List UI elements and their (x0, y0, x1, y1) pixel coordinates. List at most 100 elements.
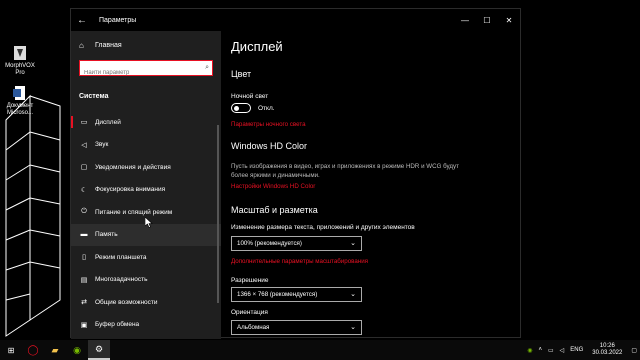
close-icon: ✕ (505, 15, 513, 25)
title-bar: ← Параметры — ☐ ✕ (71, 9, 520, 31)
home-label: Главная (95, 42, 122, 49)
clock-time: 10:26 (599, 343, 615, 349)
settings-window: ← Параметры — ☐ ✕ ⌂ Главная ⌕ Система ▭ … (70, 8, 521, 339)
minimize-icon: — (461, 15, 469, 25)
start-button[interactable]: ⊞ (0, 340, 22, 360)
monitor-icon: ▭ (80, 119, 88, 127)
nvidia-tray-icon[interactable]: ◉ (527, 347, 532, 354)
chevron-down-icon: ⌄ (350, 291, 356, 298)
sidebar-item-tablet[interactable]: ▯ Режим планшета (71, 246, 221, 269)
network-icon[interactable]: ▭ (548, 347, 554, 354)
desktop-icon-document[interactable]: Документ Microso... (0, 84, 40, 117)
home-link[interactable]: ⌂ Главная (79, 41, 122, 50)
hdr-settings-link[interactable]: Настройки Windows HD Color (231, 183, 315, 190)
sidebar-item-display[interactable]: ▭ Дисплей (71, 111, 221, 134)
maximize-icon: ☐ (483, 15, 491, 25)
word-document-icon (11, 84, 29, 102)
morphvox-icon (11, 44, 29, 62)
minimize-button[interactable]: — (454, 9, 476, 31)
night-light-settings-link[interactable]: Параметры ночного света (231, 121, 306, 128)
sidebar-item-multitasking[interactable]: ▤ Многозадачность (71, 269, 221, 292)
desktop-icon-label: MorphVOX Pro (5, 63, 35, 76)
arrow-left-icon: ← (77, 14, 87, 26)
storage-icon: ▬ (80, 231, 88, 239)
moon-icon: ☾ (80, 186, 88, 194)
search-box[interactable]: ⌕ (79, 60, 213, 80)
maximize-button[interactable]: ☐ (476, 9, 498, 31)
multitask-icon: ▤ (80, 276, 88, 284)
clock-date: 30.03.2022 (592, 350, 623, 356)
night-light-state: Откл. (258, 105, 275, 112)
sidebar-item-shared-experiences[interactable]: ⇄ Общие возможности (71, 291, 221, 314)
power-icon: ⏻ (81, 208, 87, 216)
scale-heading: Масштаб и разметка (231, 205, 318, 215)
volume-icon[interactable]: ◁ (560, 347, 565, 354)
notification-center-icon[interactable]: ▢ (631, 347, 637, 354)
scale-dropdown[interactable]: 100% (рекомендуется) ⌄ (231, 236, 362, 251)
page-title: Дисплей (231, 39, 283, 54)
notification-icon: ▢ (80, 164, 88, 172)
window-title: Параметры (99, 16, 137, 24)
close-button[interactable]: ✕ (498, 9, 520, 31)
clipboard-icon: ▣ (80, 321, 88, 329)
clock[interactable]: 10:26 30.03.2022 (592, 343, 622, 357)
sidebar-item-label: Питание и спящий режим (95, 208, 173, 216)
taskbar-app-opera[interactable]: ◯ (22, 340, 44, 360)
taskbar-app-settings[interactable]: ⚙ (88, 340, 110, 360)
mouse-cursor (145, 217, 153, 228)
sidebar-item-label: Дисплей (95, 118, 121, 126)
resolution-dropdown[interactable]: 1366 × 768 (рекомендуется) ⌄ (231, 287, 362, 302)
orientation-dropdown[interactable]: Альбомная ⌄ (231, 320, 362, 335)
chevron-up-icon[interactable]: ˄ (538, 347, 542, 353)
scale-value: 100% (рекомендуется) (237, 240, 302, 247)
back-button[interactable]: ← (71, 9, 93, 31)
sidebar-item-label: Звук (95, 141, 109, 149)
sidebar: ⌂ Главная ⌕ Система ▭ Дисплей ◁ Звук ▢ (71, 31, 221, 339)
scale-label: Изменение размера текста, приложений и д… (231, 224, 415, 231)
tablet-icon: ▯ (82, 254, 86, 262)
sidebar-item-focus-assist[interactable]: ☾ Фокусировка внимания (71, 179, 221, 202)
opera-icon: ◯ (27, 344, 39, 356)
system-tray: ◉ ˄ ▭ ◁ ENG 10:26 30.03.2022 ▢ (524, 340, 640, 360)
resolution-value: 1366 × 768 (рекомендуется) (237, 291, 318, 298)
section-title: Система (79, 93, 109, 100)
orientation-label: Ориентация (231, 309, 268, 316)
night-light-toggle[interactable] (231, 103, 251, 113)
sidebar-item-sound[interactable]: ◁ Звук (71, 134, 221, 157)
night-light-label: Ночной свет (231, 93, 269, 100)
chevron-down-icon: ⌄ (350, 324, 356, 331)
hdr-heading: Windows HD Color (231, 141, 308, 151)
chevron-down-icon: ⌄ (350, 240, 356, 247)
desktop: MorphVOX Pro Документ Microso... ← Парам… (0, 0, 640, 340)
desktop-icon-label: Документ Microso... (6, 103, 34, 116)
sidebar-item-label: Общие возможности (95, 298, 158, 306)
nvidia-icon: ◉ (73, 344, 81, 355)
toggle-knob (234, 106, 239, 111)
advanced-scaling-link[interactable]: Дополнительные параметры масштабирования (231, 258, 368, 265)
taskbar-app-explorer[interactable]: ▰ (44, 340, 66, 360)
desktop-icon-morphvox[interactable]: MorphVOX Pro (0, 44, 40, 77)
folder-icon: ▰ (51, 344, 59, 355)
search-input[interactable] (80, 66, 212, 80)
sidebar-item-label: Фокусировка внимания (95, 186, 166, 194)
sidebar-item-clipboard[interactable]: ▣ Буфер обмена (71, 314, 221, 337)
speaker-icon: ◁ (81, 141, 87, 149)
share-icon: ⇄ (81, 299, 87, 307)
sidebar-scrollbar[interactable] (217, 125, 219, 303)
sidebar-item-notifications[interactable]: ▢ Уведомления и действия (71, 156, 221, 179)
search-icon: ⌕ (205, 64, 209, 71)
color-heading: Цвет (231, 69, 252, 79)
orientation-value: Альбомная (237, 324, 270, 331)
hdr-description: Пусть изображения в видео, играх и прило… (231, 163, 459, 179)
gear-icon: ⚙ (94, 343, 104, 354)
home-icon: ⌂ (79, 41, 84, 50)
taskbar-app-nvidia[interactable]: ◉ (66, 340, 88, 360)
sidebar-item-label: Многозадачность (95, 276, 148, 284)
language-indicator[interactable]: ENG (570, 347, 583, 353)
sidebar-item-label: Режим планшета (95, 253, 147, 261)
sidebar-item-label: Буфер обмена (95, 321, 140, 329)
taskbar: ⊞ ◯ ▰ ◉ ⚙ ◉ ˄ ▭ ◁ ENG 10:26 30.03.2022 ▢ (0, 340, 640, 360)
sidebar-item-label: Память (95, 231, 118, 239)
sidebar-item-label: Уведомления и действия (95, 163, 171, 171)
windows-logo-icon: ⊞ (7, 345, 15, 355)
